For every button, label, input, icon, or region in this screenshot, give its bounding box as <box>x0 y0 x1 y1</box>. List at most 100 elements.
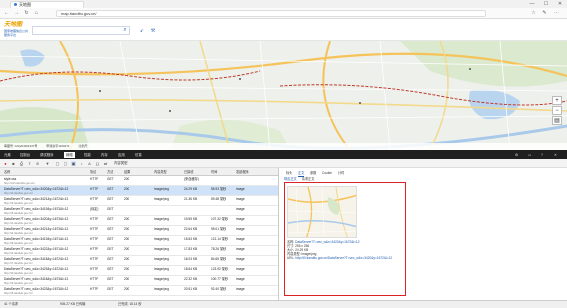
cell-received: 22.32 KB <box>184 277 198 281</box>
script-filter-icon[interactable]: {} <box>95 161 100 166</box>
column-header-protocol[interactable]: 协议 <box>90 168 96 176</box>
table-row[interactable]: DataServer?T=vec_w&x=3418&y=1672&l=12 htt… <box>0 256 278 266</box>
more-icon[interactable]: ⋯ <box>553 10 560 17</box>
minimize-button[interactable]: — <box>525 0 539 8</box>
cell-initiator: image <box>236 277 245 281</box>
table-row[interactable]: style.css http://cdn.tianditu.gov.cn/HTTP… <box>0 176 278 186</box>
cell-method: GET <box>107 237 114 241</box>
table-row[interactable]: DataServer?T=vec_w&x=3421&y=1673&l=12 htt… <box>0 226 278 236</box>
devtools-close-icon[interactable]: ✕ <box>554 152 557 158</box>
response-body-tab[interactable]: 响应正文 <box>284 177 297 181</box>
tab-title: 天地图 <box>19 2 31 7</box>
devtools-tab-debugger[interactable]: 调试程序 <box>40 152 54 158</box>
detail-tab-timing[interactable]: 计时 <box>338 170 344 176</box>
cell-result: 200 <box>124 177 130 181</box>
cell-host: http://t6.tianditu.gov.cn/ <box>4 241 33 245</box>
preview-info-url[interactable]: URL: http://t0.tianditu.gov.cn/DataServe… <box>287 256 392 260</box>
layers-icon[interactable]: ▤ <box>552 116 562 125</box>
content-type-filter-label[interactable]: 内容类型 <box>114 159 128 168</box>
cell-initiator: image <box>236 227 245 231</box>
devtools-tab-console[interactable]: 控制台 <box>20 152 30 158</box>
map-status-item: 甲测资字1100471 <box>46 144 70 148</box>
xhr-filter-icon[interactable]: ⇄ <box>103 161 108 166</box>
devtools-tab-elements[interactable]: 元素 <box>4 152 11 158</box>
devtools-settings-icon[interactable]: ⚙ <box>515 152 518 158</box>
column-header-received[interactable]: 已接收 <box>184 168 194 176</box>
table-row[interactable]: DataServer?T=vec_w&x=3422&y=1671&l=12 htt… <box>0 246 278 256</box>
table-row[interactable]: DataServer?T=vec_w&x=3420&y=1672&l=12 htt… <box>0 186 278 196</box>
back-icon[interactable]: ← <box>3 10 10 17</box>
maximize-button[interactable]: ☐ <box>539 0 553 8</box>
home-icon[interactable]: ⌂ <box>33 10 40 17</box>
stop-icon[interactable]: ■ <box>11 161 16 166</box>
table-row[interactable]: DataServer?T=vec_w&x=3423&y=1672&l=12 htt… <box>0 266 278 276</box>
cell-protocol: HTTP <box>90 227 99 231</box>
devtools-tab-emulation[interactable]: 仿真 <box>135 152 142 158</box>
table-row[interactable]: DataServer?T=vec_w&x=3421&y=1672&l=12 htt… <box>0 196 278 206</box>
devtools-tab-storage[interactable]: 应用 <box>118 152 125 158</box>
forward-icon[interactable]: → <box>13 10 20 17</box>
route-tool-icon[interactable]: ➹ <box>138 27 146 35</box>
network-request-table: 名称 协议 方法 结果 内容类型 已接收 时间 发起程序 style.css ht… <box>0 168 279 300</box>
filter-icon[interactable]: ▼ <box>45 161 50 166</box>
cell-result: 200 <box>124 247 130 251</box>
zoom-in-button[interactable]: + <box>552 96 562 105</box>
devtools-tab-memory[interactable]: 内存 <box>101 152 108 158</box>
favorites-icon[interactable]: ☆ <box>530 10 537 17</box>
cell-time: 55.93 毫秒 <box>211 187 227 191</box>
font-filter-icon[interactable]: A <box>87 161 92 166</box>
column-header-method[interactable]: 方法 <box>107 168 113 176</box>
browser-tab[interactable]: 天地图 <box>10 1 84 8</box>
zoom-out-button[interactable]: − <box>552 106 562 115</box>
save-icon[interactable]: ⎙ <box>19 161 24 166</box>
column-header-time[interactable]: 时间 <box>211 168 217 176</box>
cell-initiator: image <box>236 217 245 221</box>
column-header-content-type[interactable]: 内容类型 <box>154 168 167 176</box>
image-filter-icon[interactable]: ▣ <box>71 161 76 166</box>
css-filter-icon[interactable]: ▢ <box>63 161 68 166</box>
cell-time: 123.92 毫秒 <box>211 267 229 271</box>
logo-title: 天地图 <box>4 22 23 28</box>
favicon-icon <box>14 3 17 6</box>
table-row[interactable]: DataServer?T=vec_w&x=3423&y=1673&l=12 htt… <box>0 286 278 296</box>
column-header-name[interactable]: 名称 <box>4 168 10 176</box>
media-filter-icon[interactable]: ♪ <box>79 161 84 166</box>
clear-icon[interactable]: ⊘ <box>35 161 40 166</box>
map-canvas[interactable] <box>0 41 567 150</box>
devtools-tab-performance[interactable]: 性能 <box>84 152 91 158</box>
cell-initiator: image <box>236 187 245 191</box>
record-icon[interactable]: ● <box>3 161 8 166</box>
table-row[interactable]: DataServer?T=vec_w&x=3419&y=1671&l=12 htt… <box>0 236 278 246</box>
cell-host: http://t2.tianditu.gov.cn/ <box>4 251 33 255</box>
cell-result: 200 <box>124 267 130 271</box>
cell-method: GET <box>107 227 114 231</box>
refresh-icon[interactable]: ↻ <box>23 10 30 17</box>
cell-received: 20.51 KB <box>184 287 198 291</box>
detail-tab-cookies[interactable]: Cookie <box>322 170 332 176</box>
url-field[interactable]: map.tianditu.gov.cn/ <box>56 10 486 17</box>
cell-host: http://t0.tianditu.gov.cn/ <box>4 191 33 195</box>
tools-icon[interactable]: ⚒ <box>149 27 157 35</box>
cell-initiator: image <box>236 257 245 261</box>
site-logo[interactable]: 天地图 国家地理信息公共服务平台 <box>4 21 30 39</box>
search-icon[interactable]: ⌕ <box>121 27 129 34</box>
doc-filter-icon[interactable]: ▢ <box>55 161 60 166</box>
table-row[interactable]: DataServer?T=vec_w&x=3419&y=1673&l=12 htt… <box>0 206 278 216</box>
table-row[interactable]: DataServer?T=vec_w&x=3418&y=1673&l=12 htt… <box>0 276 278 286</box>
request-body-tab[interactable]: 请求正文 <box>302 177 315 181</box>
cell-received: 22.64 KB <box>184 227 198 231</box>
devtools-dock-icon[interactable]: ▭ <box>528 152 531 158</box>
table-row[interactable]: DataServer?T=vec_w&x=3420&y=1673&l=12 htt… <box>0 216 278 226</box>
share-icon[interactable]: ✎ <box>541 10 548 17</box>
detail-subtabs: 响应正文 请求正文 <box>284 176 314 181</box>
column-header-initiator[interactable]: 发起程序 <box>236 168 249 176</box>
cell-content-type: image/png <box>154 217 169 221</box>
column-header-result[interactable]: 结果 <box>124 168 130 176</box>
cell-result: 200 <box>124 227 130 231</box>
devtools-tab-network[interactable]: 网络 <box>64 152 75 158</box>
devtools-help-icon[interactable]: ? <box>541 152 543 158</box>
import-icon[interactable]: ⇪ <box>27 161 32 166</box>
close-window-button[interactable]: ✕ <box>553 0 567 8</box>
map-search-input[interactable] <box>32 26 130 35</box>
cell-method: GET <box>107 197 114 201</box>
